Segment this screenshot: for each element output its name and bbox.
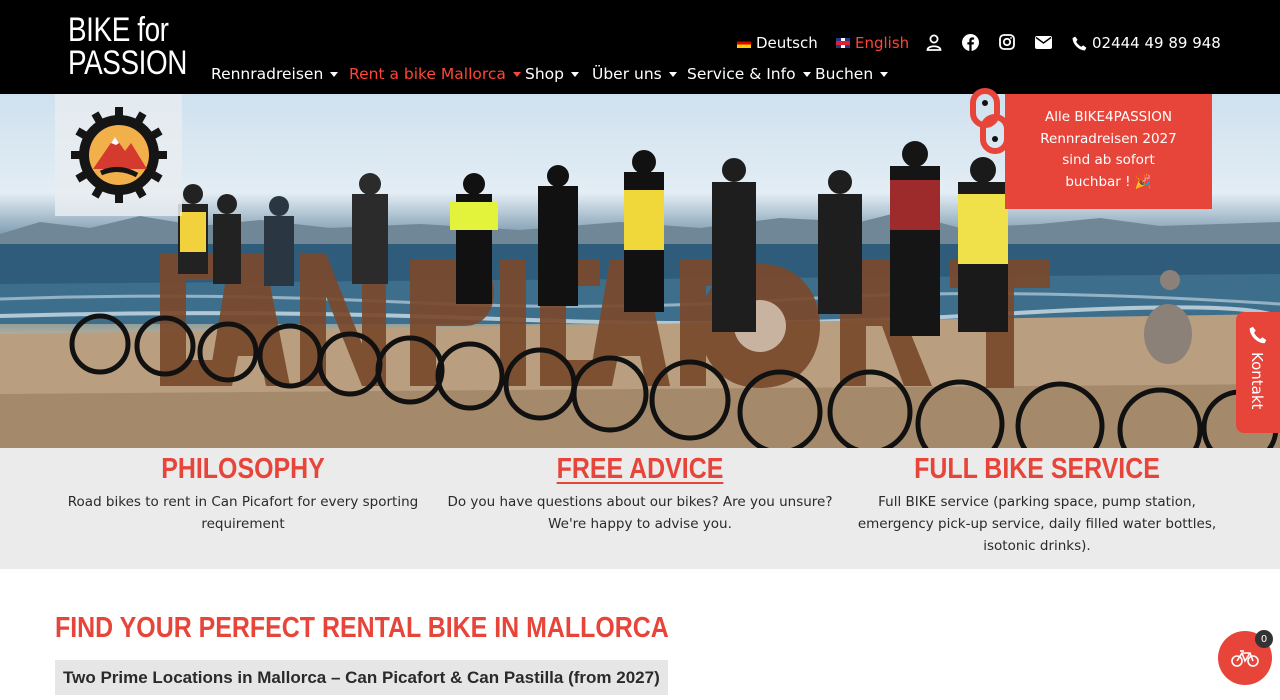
mail-icon[interactable] [1034, 33, 1052, 51]
lang-de-label: Deutsch [756, 34, 818, 52]
lang-en-label: English [855, 34, 910, 52]
nav-label: Über uns [592, 65, 662, 83]
feature-full-bike-service: FULL BIKE SERVICE Full BIKE service (par… [834, 448, 1240, 557]
nav-label: Service & Info [687, 65, 796, 83]
feature-free-advice: FREE ADVICE Do you have questions about … [437, 448, 843, 535]
feature-text: requirement [201, 516, 285, 532]
feature-text: Do you have questions about our bikes? A… [447, 494, 833, 510]
lang-switch-de[interactable]: Deutsch [737, 32, 818, 54]
cart-count-badge: 0 [1255, 630, 1273, 648]
nav-label: Buchen [815, 65, 874, 83]
feature-title: PHILOSOPHY [161, 453, 325, 485]
chevron-down-icon [330, 71, 339, 77]
feature-philosophy: PHILOSOPHY Road bikes to rent in Can Pic… [40, 448, 446, 535]
phone-link[interactable]: 02444 49 89 948 [1072, 32, 1221, 54]
user-icon[interactable] [925, 33, 943, 51]
lang-switch-en[interactable]: English [836, 32, 909, 54]
uk-flag-icon [836, 38, 850, 48]
chevron-down-icon [880, 71, 889, 77]
logo-line-2: PASSION [68, 44, 188, 83]
feature-text: We're happy to advise you. [548, 516, 732, 532]
nav-label: Rent a bike Mallorca [349, 65, 506, 83]
brand-badge [55, 94, 182, 216]
locations-heading: Two Prime Locations in Mallorca – Can Pi… [55, 660, 668, 695]
gear-mountain-logo-icon [70, 107, 167, 203]
nav-item-shop[interactable]: Shop [525, 63, 579, 85]
phone-icon [1249, 326, 1267, 344]
bicycle-icon [1231, 650, 1259, 667]
instagram-icon[interactable] [998, 33, 1016, 51]
promo-line: Alle BIKE4PASSION [1045, 109, 1172, 125]
german-flag-icon [737, 38, 751, 48]
feature-text: isotonic drinks). [983, 538, 1091, 554]
promo-line: sind ab sofort [1062, 152, 1155, 168]
promo-line: buchbar ! 🎉 [1065, 173, 1152, 190]
chevron-down-icon [668, 71, 677, 77]
chevron-down-icon [802, 71, 811, 77]
site-logo[interactable]: BIKE for PASSION [68, 11, 213, 83]
promo-line: Rennradreisen 2027 [1040, 130, 1177, 147]
nav-item-ueber-uns[interactable]: Über uns [592, 63, 677, 85]
nav-item-rennradreisen[interactable]: Rennradreisen [211, 63, 339, 85]
nav-label: Shop [525, 65, 564, 83]
promo-banner[interactable]: Alle BIKE4PASSION Rennradreisen 2027 sin… [1005, 94, 1212, 209]
chevron-down-icon [571, 71, 579, 77]
features-strip: PHILOSOPHY Road bikes to rent in Can Pic… [0, 448, 1280, 569]
feature-text: Full BIKE service (parking space, pump s… [878, 494, 1196, 510]
feature-text: Road bikes to rent in Can Picafort for e… [67, 494, 419, 510]
free-advice-link[interactable]: FREE ADVICE [465, 451, 814, 487]
phone-number: 02444 49 89 948 [1092, 34, 1221, 52]
feature-text: emergency pick-up service, daily filled … [857, 516, 1217, 532]
feature-title: FULL BIKE SERVICE [914, 453, 1160, 485]
logo-line-1: BIKE for [68, 11, 169, 49]
section-title: FIND YOUR PERFECT RENTAL BIKE IN MALLORC… [55, 612, 669, 644]
kontakt-label: Kontakt [1248, 352, 1266, 410]
kontakt-tab[interactable]: Kontakt [1236, 312, 1280, 433]
phone-icon [1072, 36, 1087, 50]
facebook-icon[interactable] [961, 33, 979, 51]
chevron-down-icon [512, 71, 521, 77]
nav-item-buchen[interactable]: Buchen [815, 63, 889, 85]
nav-label: Rennradreisen [211, 65, 324, 83]
nav-item-rent-a-bike[interactable]: Rent a bike Mallorca [349, 63, 521, 85]
nav-item-service-info[interactable]: Service & Info [687, 63, 811, 85]
